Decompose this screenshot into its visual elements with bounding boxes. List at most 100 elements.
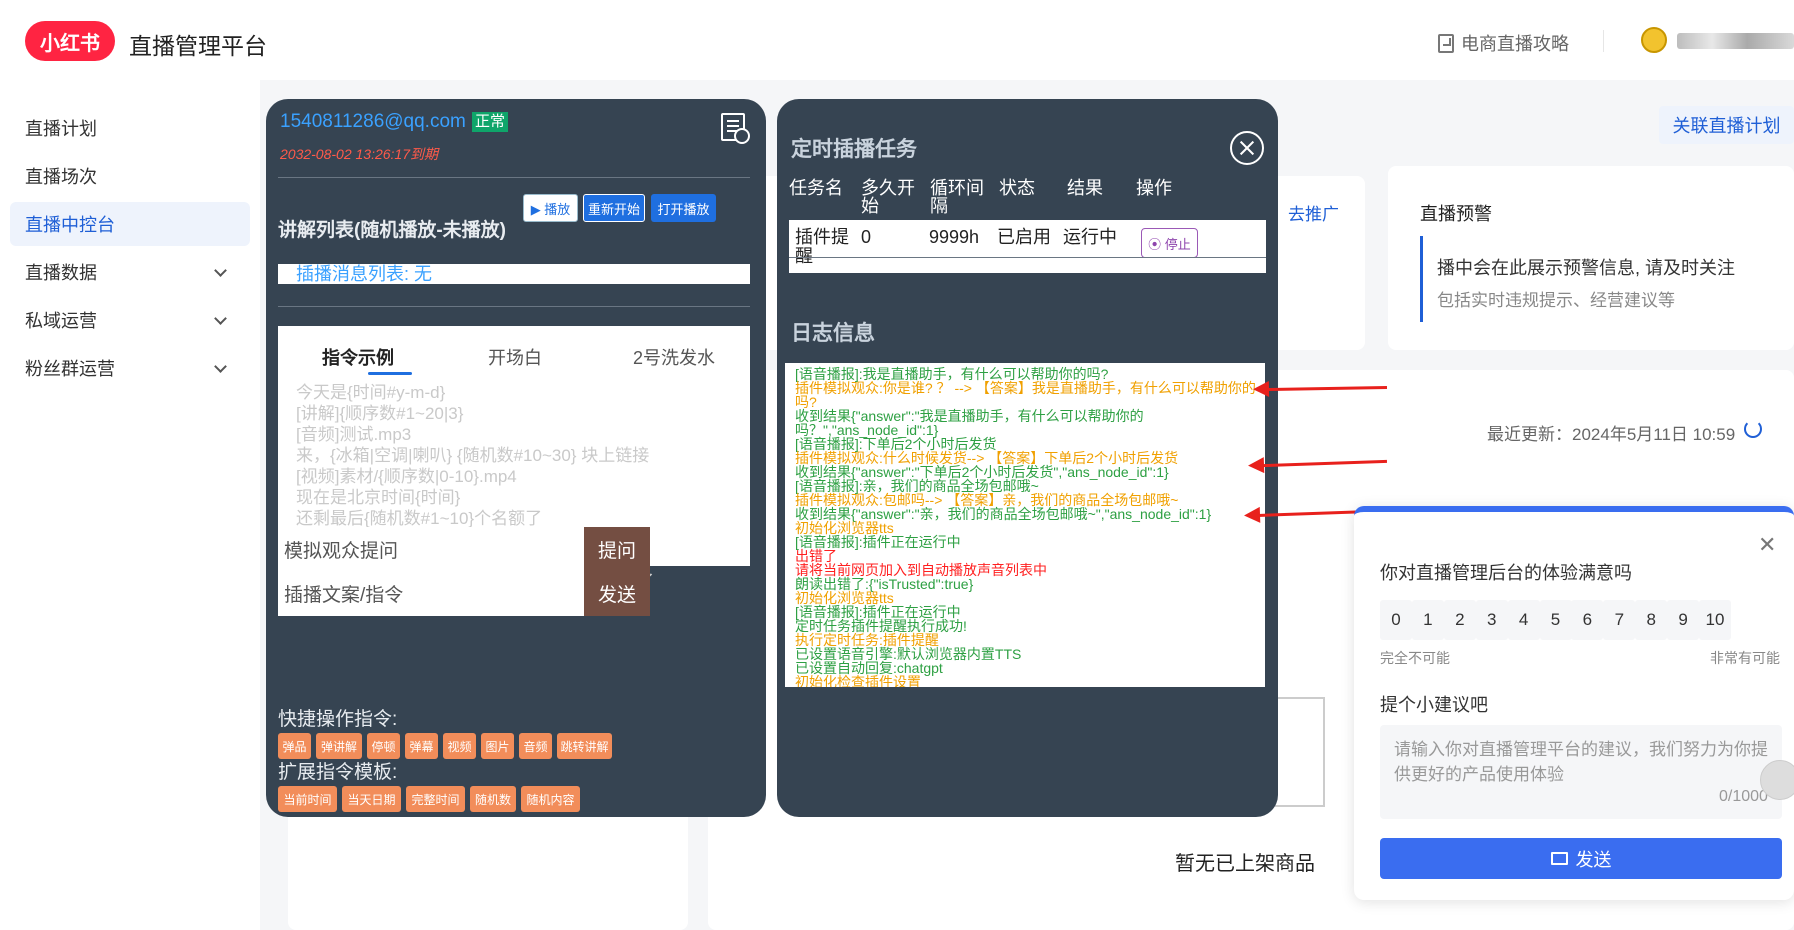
stop-button[interactable]: ⦿ 停止 [1141,228,1198,258]
sidebar-item-sessions[interactable]: 直播场次 [10,154,250,198]
stop-button-label: 停止 [1164,236,1191,252]
score-option[interactable]: 6 [1571,600,1604,640]
chip-danmaku[interactable]: 弹幕 [405,733,438,759]
expire-date: 2032-08-02 13:26:17到期 [280,146,438,162]
mail-icon [1550,852,1568,865]
chip-image[interactable]: 图片 [481,733,514,759]
plugin-right-panel: 定时插播任务 任务名 多久开始 循环间隔 状态 结果 操作 插件提醒 0 999… [777,99,1278,817]
send-button[interactable]: 发送 [584,571,650,616]
sidebar-item-private[interactable]: 私域运营 [10,298,250,342]
table-header: 循环间隔 [930,178,984,216]
score-option[interactable]: 5 [1539,600,1572,640]
sidebar-item-label: 直播计划 [25,119,97,139]
chip-jump[interactable]: 跳转讲解 [557,733,612,759]
score-option[interactable]: 9 [1667,600,1700,640]
brand-logo[interactable]: 小红书 [25,21,115,61]
close-icon[interactable] [1230,131,1264,165]
chip-explain[interactable]: 弹讲解 [316,733,362,759]
sidebar: 直播计划 直播场次 直播中控台 直播数据 私域运营 粉丝群运营 [0,80,260,930]
guide-link-label: 电商直播攻略 [1461,34,1569,54]
score-option[interactable]: 0 [1380,600,1412,640]
log-line: 定时任务插件提醒执行成功! [795,618,967,634]
ask-input[interactable]: 模拟观众提问 [278,527,584,572]
log-line: [语音播报]:我是直播助手，有什么可以帮助你的吗? [795,366,1109,382]
score-option[interactable]: 3 [1475,600,1508,640]
close-icon[interactable]: ✕ [1758,532,1776,558]
extend-templates-label: 扩展指令模板: [278,762,398,783]
task-name: 插件提醒 [795,227,849,266]
book-icon [1438,33,1454,53]
task-status: 已启用 [997,227,1051,247]
refresh-icon[interactable] [1744,420,1762,438]
sidebar-item-label: 直播中控台 [25,215,115,235]
score-option[interactable]: 4 [1507,600,1540,640]
account-email: 1540811286@qq.com [280,111,466,132]
table-header: 结果 [1067,178,1103,198]
sidebar-item-data[interactable]: 直播数据 [10,250,250,294]
template-line: 今天是{时间#y-m-d} [296,383,446,402]
open-play-button[interactable]: 打开播放 [651,194,716,222]
log-line: 请将当前网页加入到自动播放声音列表中 [795,562,1047,578]
log-title: 日志信息 [791,322,875,345]
last-update: 最近更新：2024年5月11日 10:59 [1487,425,1736,444]
floating-robot-icon[interactable] [1760,760,1794,800]
log-line: [语音播报]:下单后2个小时后发货 [795,436,997,452]
guide-link[interactable]: 电商直播攻略 [1438,30,1569,56]
table-header: 任务名 [789,178,843,198]
score-option[interactable]: 2 [1443,600,1476,640]
tab-opening[interactable]: 开场白 [488,344,542,370]
insert-input[interactable]: 插播文案/指令 [278,571,584,616]
sidebar-item-label: 直播场次 [25,167,97,187]
template-line: [音频]测试.mp3 [296,425,412,444]
low-score-label: 完全不可能 [1380,650,1450,666]
warning-box: 播中会在此展示预警信息, 请及时关注 包括实时违规提示、经营建议等 [1420,236,1774,322]
table-row: 插件提醒 0 9999h 已启用 运行中 ⦿ 停止 [789,220,1266,273]
clock-icon [734,128,750,144]
tab-examples[interactable]: 指令示例 [322,344,394,370]
score-option[interactable]: 1 [1411,600,1444,640]
chip-product[interactable]: 弹品 [278,733,311,759]
avatar[interactable] [1641,27,1667,53]
table-header: 操作 [1136,178,1172,198]
empty-goods-text: 暂无已上架商品 [1175,853,1315,875]
log-line: 出错了 [795,548,837,564]
restart-button[interactable]: 重新开始 [583,194,645,222]
score-option[interactable]: 8 [1635,600,1668,640]
score-option[interactable]: 7 [1603,600,1636,640]
high-score-label: 非常有可能 [1710,650,1780,666]
score-option[interactable]: 10 [1699,600,1731,640]
username-blurred[interactable] [1677,33,1794,49]
log-line: [语音播报]:插件正在运行中 [795,604,961,620]
sidebar-item-label: 私域运营 [25,311,97,331]
log-line: 初始化浏览器tts [795,520,894,536]
promote-link[interactable]: 去推广 [1288,200,1339,225]
log-line: [语音播报]:亲，我们的商品全场包邮哦~ [795,478,1039,494]
ask-button[interactable]: 提问 [584,527,650,572]
sidebar-item-plan[interactable]: 直播计划 [10,106,250,150]
log-line: 初始化检查插件设置 [795,674,921,687]
chip-random-content[interactable]: 随机内容 [521,786,580,812]
chip-audio[interactable]: 音频 [519,733,552,759]
link-plan-button[interactable]: 关联直播计划 [1659,106,1794,144]
survey-question: 你对直播管理后台的体验满意吗 [1380,563,1632,583]
template-line: 还剩最后{随机数#1~10}个名额了 [296,509,543,528]
top-header: 小红书 直播管理平台 电商直播攻略 [0,0,1794,80]
log-line: 执行定时任务:插件提醒 [795,632,939,648]
log-list[interactable]: [语音播报]:我是直播助手，有什么可以帮助你的吗? 插件模拟观众:你是谁? ？ -… [785,363,1265,687]
survey-send-button[interactable]: 发送 [1380,838,1782,879]
survey-send-label: 发送 [1575,849,1612,870]
template-line: 现在是北京时间{时间} [296,488,461,507]
chip-full-time[interactable]: 完整时间 [406,786,465,812]
sidebar-item-console[interactable]: 直播中控台 [10,202,250,246]
chip-today-date[interactable]: 当天日期 [342,786,401,812]
chip-pause[interactable]: 停顿 [367,733,400,759]
chip-video[interactable]: 视频 [443,733,476,759]
tab-shampoo[interactable]: 2号洗发水 [633,344,715,370]
play-button[interactable]: ▶ 播放 [523,194,578,222]
chip-random-number[interactable]: 随机数 [470,786,516,812]
chevron-down-icon [214,312,227,325]
chip-current-time[interactable]: 当前时间 [278,786,337,812]
sidebar-item-fans[interactable]: 粉丝群运营 [10,346,250,390]
header-divider [1603,30,1604,52]
status-badge: 正常 [472,112,509,132]
